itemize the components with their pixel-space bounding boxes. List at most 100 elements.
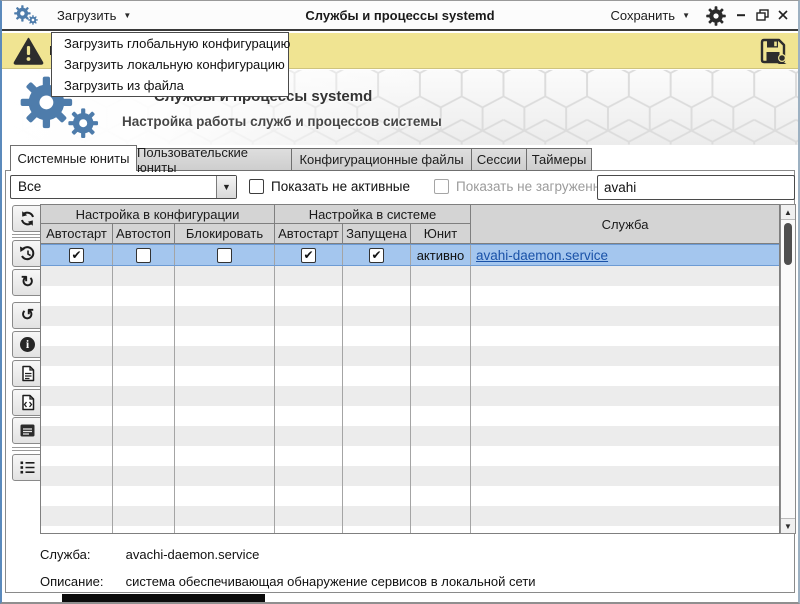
- save-menu-label: Сохранить: [610, 8, 675, 23]
- table-cell: [113, 526, 175, 533]
- table-row: [41, 406, 779, 426]
- scrollbar-thumb[interactable]: [784, 223, 792, 265]
- table-row: [41, 386, 779, 406]
- settings-gear-icon[interactable]: [706, 6, 726, 26]
- table-cell: [175, 406, 275, 426]
- table-cell: [175, 486, 275, 506]
- table-cell: [113, 366, 175, 386]
- window-controls: [734, 8, 790, 22]
- document-icon: [20, 365, 36, 382]
- show-inactive-checkbox[interactable]: [249, 179, 264, 194]
- table-cell: [411, 306, 471, 326]
- autostart-system-checkbox[interactable]: ✔: [301, 248, 316, 263]
- table-cell: [275, 466, 343, 486]
- table-cell: [471, 466, 779, 486]
- tab-bar: Системные юниты Пользовательские юниты К…: [10, 145, 592, 171]
- menu-item-load-global-config[interactable]: Загрузить глобальную конфигурацию: [52, 33, 288, 54]
- scroll-up-button[interactable]: ▲: [781, 205, 795, 220]
- column-header-autostop-cfg: Автостоп: [113, 224, 175, 244]
- console-icon: [19, 423, 36, 438]
- table-cell: [175, 426, 275, 446]
- menu-item-load-from-file[interactable]: Загрузить из файла: [52, 75, 288, 96]
- console-log-button[interactable]: [12, 417, 43, 444]
- table-cell: [175, 245, 275, 265]
- table-cell: [411, 466, 471, 486]
- table-cell: [175, 346, 275, 366]
- table-cell: [275, 526, 343, 533]
- table-cell: [411, 286, 471, 306]
- block-checkbox[interactable]: [217, 248, 232, 263]
- undo-button[interactable]: ↺: [12, 302, 43, 329]
- view-source-button[interactable]: [12, 389, 43, 416]
- table-cell: [41, 446, 113, 466]
- table-cell: [175, 366, 275, 386]
- table-cell: [471, 326, 779, 346]
- table-cell: [275, 326, 343, 346]
- table-cell: [471, 286, 779, 306]
- service-cell: avahi-daemon.service: [471, 245, 779, 265]
- group-header-config: Настройка в конфигурации: [41, 205, 275, 224]
- table-cell: [411, 486, 471, 506]
- redo-button[interactable]: ↻: [12, 269, 43, 296]
- unit-list-button[interactable]: [12, 454, 43, 481]
- maximize-button[interactable]: [755, 8, 769, 22]
- table-cell: [411, 506, 471, 526]
- table-row: [41, 466, 779, 486]
- group-header-system: Настройка в системе: [275, 205, 471, 224]
- warning-triangle-icon: [13, 37, 44, 65]
- app-window: Загрузить ▼ Службы и процессы systemd Со…: [0, 0, 800, 604]
- category-combobox[interactable]: Все ▼: [10, 175, 237, 199]
- combobox-value: Все: [18, 179, 41, 194]
- history-button[interactable]: [12, 240, 43, 267]
- autostart-config-checkbox[interactable]: ✔: [69, 248, 84, 263]
- minimize-button[interactable]: [734, 8, 748, 22]
- table-row: [41, 306, 779, 326]
- tab-timers[interactable]: Таймеры: [527, 148, 592, 171]
- table-cell: [41, 506, 113, 526]
- vertical-scrollbar[interactable]: ▲ ▼: [780, 204, 796, 534]
- search-input[interactable]: [597, 175, 795, 200]
- save-menu-button[interactable]: Сохранить ▼: [610, 1, 690, 29]
- table-cell: [471, 346, 779, 366]
- table-cell: [471, 506, 779, 526]
- column-header-service: Служба: [471, 205, 779, 244]
- refresh-button[interactable]: [12, 205, 43, 232]
- close-button[interactable]: [776, 8, 790, 22]
- table-cell: [411, 446, 471, 466]
- table-row-selected[interactable]: ✔ ✔ ✔ активно avahi-daemon.service: [41, 244, 779, 266]
- combobox-dropdown-button[interactable]: ▼: [216, 176, 236, 198]
- redo-icon: ↻: [21, 275, 34, 291]
- hero-subtitle: Настройка работы служб и процессов систе…: [122, 114, 442, 129]
- autostop-config-checkbox[interactable]: [136, 248, 151, 263]
- show-unloaded-checkbox: [434, 179, 449, 194]
- info-button[interactable]: i: [12, 331, 43, 358]
- scroll-down-icon: ▼: [784, 522, 792, 531]
- table-cell: [343, 406, 411, 426]
- table-cell: [411, 406, 471, 426]
- unit-state-cell: активно: [411, 245, 471, 265]
- table-cell: [471, 426, 779, 446]
- save-file-icon[interactable]: [759, 37, 787, 65]
- tab-user-units[interactable]: Пользовательские юниты: [137, 148, 292, 171]
- service-link[interactable]: avahi-daemon.service: [476, 248, 608, 263]
- table-cell: [41, 326, 113, 346]
- table-row: [41, 286, 779, 306]
- table-row: [41, 526, 779, 533]
- table-cell: [175, 506, 275, 526]
- view-file-button[interactable]: [12, 360, 43, 387]
- table-cell: [113, 506, 175, 526]
- table-cell: [275, 286, 343, 306]
- tab-system-units[interactable]: Системные юниты: [10, 145, 137, 171]
- tab-sessions[interactable]: Сессии: [472, 148, 527, 171]
- menu-item-load-local-config[interactable]: Загрузить локальную конфигурацию: [52, 54, 288, 75]
- table-row: [41, 446, 779, 466]
- tab-config-files[interactable]: Конфигурационные файлы: [292, 148, 472, 171]
- running-checkbox[interactable]: ✔: [369, 248, 384, 263]
- table-cell: [343, 266, 411, 286]
- toolbar-separator: [12, 447, 43, 451]
- scroll-down-button[interactable]: ▼: [781, 518, 795, 533]
- table-cell: [113, 446, 175, 466]
- table-cell: [275, 386, 343, 406]
- table-cell: [275, 306, 343, 326]
- list-icon: [19, 460, 36, 475]
